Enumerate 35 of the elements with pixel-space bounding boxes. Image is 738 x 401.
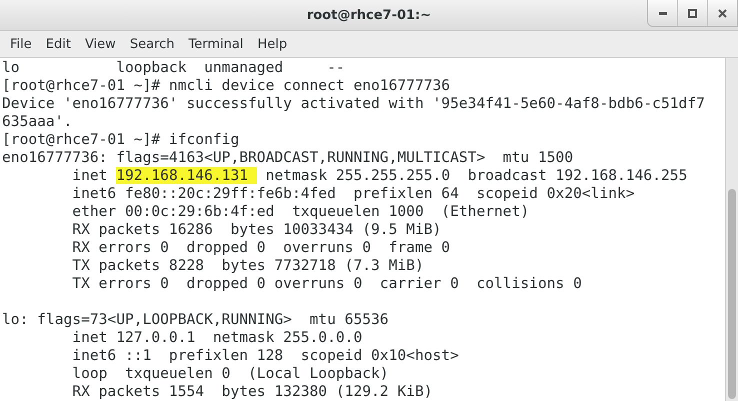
terminal-line: [root@rhce7-01 ~]# nmcli device connect eno16777736	[2, 77, 452, 95]
terminal-text: netmask 255.255.255.0 broadcast 192.168.146.255	[264, 167, 688, 184]
terminal-line: inet6 ::1 prefixlen 128 scopeid 0x10<host>	[71, 347, 460, 365]
terminal-line: eno16777736: flags=4163<UP,BROADCAST,RUNNING,MULTICAST> mtu 1500	[2, 149, 574, 167]
menu-item[interactable]: Search	[124, 34, 180, 54]
terminal-line: lo loopback unmanaged --	[2, 59, 346, 77]
maximize-icon	[688, 8, 697, 18]
menu-item[interactable]: Help	[251, 34, 294, 54]
terminal-text: inet	[71, 167, 108, 184]
menu-item[interactable]: View	[78, 34, 122, 54]
close-button[interactable]	[707, 0, 737, 26]
window-title: root@rhce7-01:~	[306, 8, 432, 22]
scrollbar[interactable]	[725, 58, 738, 401]
scrollbar-thumb[interactable]	[728, 189, 736, 399]
terminal-line: [root@rhce7-01 ~]# ifconfig	[2, 131, 240, 149]
menu-item[interactable]: Edit	[40, 34, 77, 54]
terminal-line: TX errors 0 dropped 0 overruns 0 carrier 0 collisions 0	[71, 275, 583, 293]
minimize-button[interactable]	[648, 0, 677, 26]
minimize-icon	[658, 12, 666, 14]
terminal-line: Device 'eno16777736' successfully activated with '95e34f41-5e60-4af8-bdb6-c51df7	[2, 95, 706, 113]
menu-item[interactable]: File	[4, 34, 38, 54]
terminal-line: lo: flags=73<UP,LOOPBACK,RUNNING> mtu 65536	[2, 311, 390, 329]
terminal-line: inet6 fe80::20c:29ff:fe6b:4fed prefixlen 64 scopeid 0x20<link>	[71, 185, 636, 203]
terminal-line: RX errors 0 dropped 0 overruns 0 frame 0	[71, 239, 452, 257]
terminal-line: TX packets 8228 bytes 7732718 (7.3 MiB)	[71, 257, 425, 275]
terminal-line: loop txqueuelen 0 (Local Loopback)	[71, 365, 390, 383]
terminal-line: RX packets 1554 bytes 132380 (129.2 KiB)	[71, 383, 434, 401]
terminal-line: 635aaa'.	[2, 113, 74, 131]
maximize-button[interactable]	[677, 0, 707, 26]
terminal-line: RX packets 16286 bytes 10033434 (9.5 MiB)	[71, 221, 442, 239]
terminal-line: ether 00:0c:29:6b:4f:ed txqueuelen 1000 (Ethernet)	[71, 203, 530, 221]
highlighted-text: 192.168.146.131	[116, 167, 257, 184]
close-icon	[718, 8, 727, 18]
terminal-line: inet 127.0.0.1 netmask 255.0.0.0	[71, 329, 364, 347]
menu-item[interactable]: Terminal	[182, 34, 250, 54]
